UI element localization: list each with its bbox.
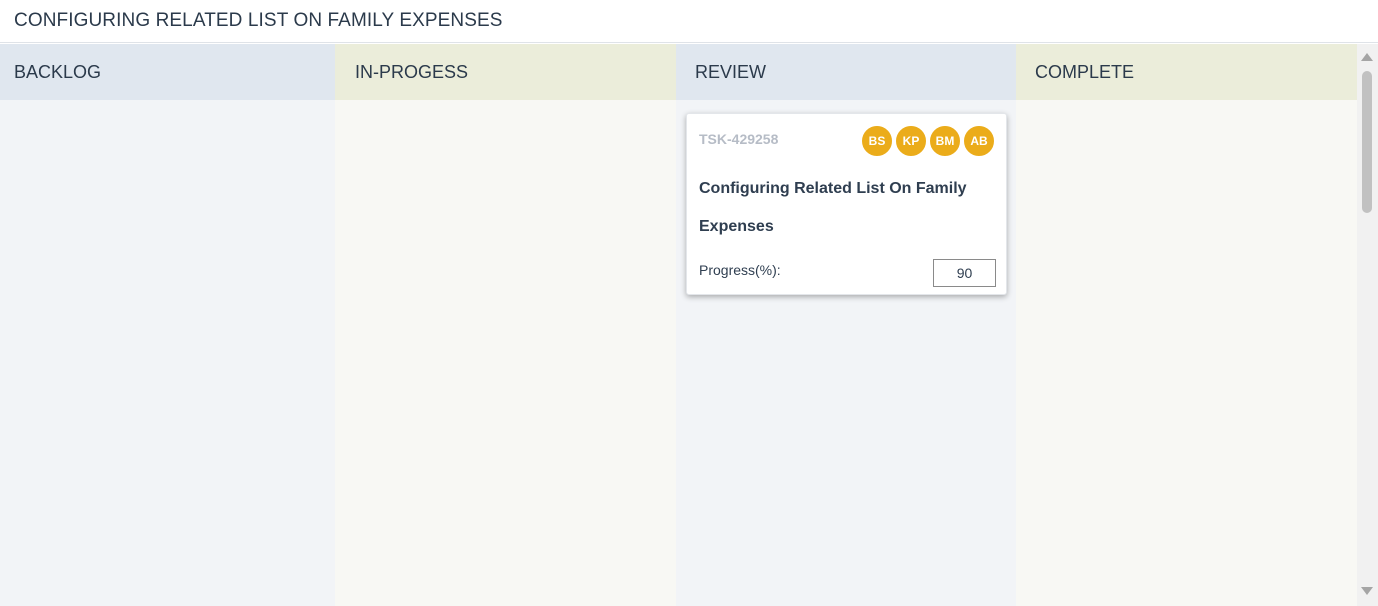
scrollbar-thumb[interactable]: [1362, 71, 1372, 213]
scroll-up-icon[interactable]: [1361, 53, 1373, 61]
column-header-review: REVIEW: [676, 44, 1016, 100]
task-id: TSK-429258: [699, 131, 779, 147]
column-in-progress: IN-PROGESS: [335, 44, 676, 606]
column-complete: COMPLETE: [1016, 44, 1357, 606]
kanban-page: CONFIGURING RELATED LIST ON FAMILY EXPEN…: [0, 0, 1378, 606]
column-header-in-progress: IN-PROGESS: [335, 44, 676, 100]
vertical-scrollbar[interactable]: [1357, 44, 1378, 606]
avatar[interactable]: BS: [861, 125, 893, 157]
column-header-label: IN-PROGESS: [355, 61, 469, 82]
scroll-down-icon[interactable]: [1361, 587, 1373, 595]
page-title: CONFIGURING RELATED LIST ON FAMILY EXPEN…: [0, 0, 1378, 43]
column-header-backlog: BACKLOG: [0, 44, 335, 100]
task-title: Configuring Related List On Family Expen…: [699, 180, 967, 235]
avatar[interactable]: KP: [895, 125, 927, 157]
assignee-avatars: BS KP BM AB: [861, 125, 997, 157]
task-card[interactable]: TSK-429258 BS KP BM AB Configuring Relat…: [686, 113, 1007, 295]
column-backlog: BACKLOG: [0, 44, 335, 606]
column-header-complete: COMPLETE: [1016, 44, 1357, 100]
avatar[interactable]: BM: [929, 125, 961, 157]
progress-input[interactable]: [933, 259, 996, 287]
progress-label: Progress(%):: [699, 262, 781, 278]
column-header-label: BACKLOG: [14, 61, 102, 82]
page-title-text: CONFIGURING RELATED LIST ON FAMILY EXPEN…: [14, 10, 503, 31]
column-header-label: COMPLETE: [1035, 61, 1135, 82]
column-header-label: REVIEW: [695, 61, 767, 82]
kanban-board: BACKLOG IN-PROGESS REVIEW TSK-429258 BS …: [0, 44, 1357, 606]
column-review: REVIEW TSK-429258 BS KP BM AB Configurin…: [676, 44, 1016, 606]
avatar[interactable]: AB: [963, 125, 995, 157]
